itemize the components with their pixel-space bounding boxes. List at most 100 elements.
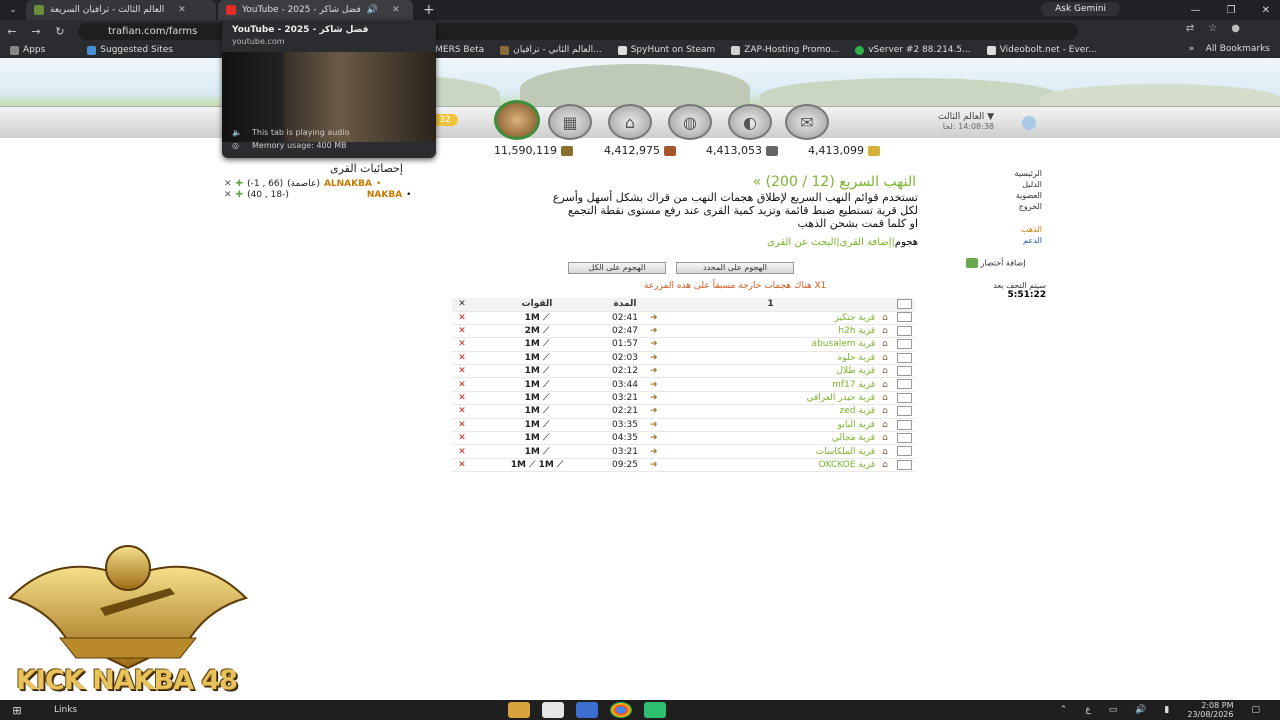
tab-search-button[interactable]: ⌄: [0, 0, 26, 20]
sidebar-item-gold[interactable]: الذهب: [990, 224, 1042, 235]
row-checkbox[interactable]: [893, 444, 915, 459]
delete-icon[interactable]: ✕: [452, 324, 472, 339]
tab-trafian[interactable]: العالم الثالث - ترافيان السريعة ✕: [26, 0, 216, 20]
attack-all-button[interactable]: الهجوم على الكل: [568, 262, 666, 274]
village-center-icon[interactable]: ⌂: [608, 104, 652, 140]
chrome-icon[interactable]: [610, 702, 632, 718]
village-link[interactable]: قرية zed: [664, 404, 877, 419]
file-explorer-icon[interactable]: [508, 702, 530, 718]
all-bookmarks[interactable]: » All Bookmarks: [1189, 44, 1270, 54]
link-add-villages[interactable]: إضافة القرى: [840, 237, 892, 248]
delete-all-icon[interactable]: ✕: [452, 298, 472, 312]
table-row[interactable]: ✕ 1M ⟋ 03:21 ➜ قرية حيدر العراقي ⌂: [452, 391, 915, 406]
row-checkbox[interactable]: [893, 364, 915, 379]
map-icon[interactable]: ◍: [668, 104, 712, 140]
table-row[interactable]: ✕ 1M ⟋ 03:21 ➜ قرية الملكاسات ⌂: [452, 444, 915, 459]
close-icon[interactable]: ✕: [178, 5, 186, 15]
row-checkbox[interactable]: [893, 431, 915, 446]
village-link[interactable]: قرية البابو: [664, 418, 877, 433]
table-row[interactable]: ✕ 1M ⟋ 03:44 ➜ قرية mf17 ⌂: [452, 377, 915, 392]
delete-icon[interactable]: ✕: [452, 444, 472, 459]
minimize-icon[interactable]: —: [1191, 5, 1201, 16]
delete-icon[interactable]: ✕: [452, 418, 472, 433]
windows-start-icon[interactable]: ⊞: [0, 704, 34, 717]
reload-icon[interactable]: ↻: [48, 25, 72, 38]
close-icon[interactable]: ✕: [392, 5, 400, 15]
sidebar-item-home[interactable]: الرئيسية: [990, 168, 1042, 179]
profile-icon[interactable]: ●: [1231, 23, 1240, 34]
bookmark-videobolt[interactable]: Videobolt.net - Ever...: [986, 45, 1097, 55]
delete-icon[interactable]: ✕: [452, 377, 472, 392]
forward-icon[interactable]: →: [24, 25, 48, 38]
link-search-villages[interactable]: البحث عن القرى: [767, 237, 836, 248]
row-checkbox[interactable]: [893, 311, 915, 325]
add-shortcut[interactable]: إضافة أختصار: [966, 258, 1025, 268]
notification-icon[interactable]: ▢: [1251, 705, 1260, 715]
bookmark-zap[interactable]: ZAP-Hosting Promo...: [731, 45, 839, 55]
speaker-icon[interactable]: 🔊: [367, 5, 378, 15]
table-row[interactable]: ✕ 1M ⟋ 02:21 ➜ قرية zed ⌂: [452, 404, 915, 419]
delete-icon[interactable]: ✕: [452, 337, 472, 352]
village-link[interactable]: قرية حلوه: [664, 351, 877, 366]
table-row[interactable]: ✕ 1M ⟋ 02:41 ➜ قرية جنكيز ⌂: [452, 311, 915, 325]
table-row[interactable]: ✕ 1M ⟋ 02:03 ➜ قرية حلوه ⌂: [452, 351, 915, 366]
delete-icon[interactable]: ✕: [452, 364, 472, 379]
close-window-icon[interactable]: ✕: [1262, 5, 1270, 16]
new-tab-button[interactable]: +: [415, 2, 443, 18]
app-icon[interactable]: [576, 702, 598, 718]
bookmark-apps[interactable]: Apps: [10, 45, 45, 55]
village-overview-icon[interactable]: ▦: [548, 104, 592, 140]
game-app-icon[interactable]: [644, 702, 666, 718]
row-checkbox[interactable]: [893, 324, 915, 339]
sidebar-item-logout[interactable]: الخروج: [990, 201, 1042, 212]
delete-icon[interactable]: ✕: [452, 391, 472, 406]
village-row[interactable]: ✕ ✚ (40 , 18-) NAKBA •: [224, 190, 411, 200]
village-link[interactable]: قرية h2h: [664, 324, 877, 339]
table-row[interactable]: ✕ 1M ⟋ 1M ⟋ 09:25 ➜ قرية OKCKOE ⌂: [452, 458, 915, 473]
calculator-icon[interactable]: [542, 702, 564, 718]
translate-icon[interactable]: ⇄: [1186, 23, 1194, 34]
village-link[interactable]: قرية حيدر العراقي: [664, 391, 877, 406]
taskbar-links[interactable]: Links: [54, 705, 77, 715]
delete-icon[interactable]: ✕: [452, 351, 472, 366]
select-all-checkbox[interactable]: [893, 298, 915, 312]
delete-icon[interactable]: ✕: [452, 458, 472, 473]
bookmark-star-icon[interactable]: ☆: [1208, 23, 1217, 34]
row-checkbox[interactable]: [893, 351, 915, 366]
volume-icon[interactable]: 🔊: [1135, 705, 1146, 715]
village-link[interactable]: قرية الملكاسات: [664, 444, 877, 459]
sidebar-item-membership[interactable]: العضوية: [990, 190, 1042, 201]
table-row[interactable]: ✕ 1M ⟋ 02:12 ➜ قرية طلال ⌂: [452, 364, 915, 379]
delete-icon[interactable]: ✕: [452, 431, 472, 446]
network-icon[interactable]: ▭: [1109, 705, 1118, 715]
village-link[interactable]: قرية OKCKOE: [664, 458, 877, 473]
village-link[interactable]: قرية مجالي: [664, 431, 877, 446]
statistics-icon[interactable]: ◐: [728, 104, 772, 140]
attack-selected-button[interactable]: الهجوم على المحدد: [676, 262, 794, 274]
row-checkbox[interactable]: [893, 418, 915, 433]
hero-avatar[interactable]: [494, 100, 540, 140]
globe-icon[interactable]: [1022, 116, 1036, 130]
table-row[interactable]: ✕ 1M ⟋ 04:35 ➜ قرية مجالي ⌂: [452, 431, 915, 446]
village-link[interactable]: قرية abusalem: [664, 337, 877, 352]
battery-icon[interactable]: ▮: [1164, 705, 1169, 715]
delete-icon[interactable]: ✕: [452, 404, 472, 419]
row-checkbox[interactable]: [893, 377, 915, 392]
table-row[interactable]: ✕ 1M ⟋ 03:35 ➜ قرية البابو ⌂: [452, 418, 915, 433]
tab-youtube[interactable]: YouTube - 2025 - فضل شاكر 🔊 ✕: [218, 0, 413, 20]
bookmark-suggested[interactable]: Suggested Sites: [87, 45, 173, 55]
clock[interactable]: 2:08 PM 23/08/2026: [1187, 701, 1233, 719]
ask-gemini-button[interactable]: Ask Gemini: [1041, 2, 1120, 16]
bookmark-vserver[interactable]: vServer #2 88.214.5...: [855, 45, 971, 55]
village-link[interactable]: قرية mf17: [664, 377, 877, 392]
bookmark-spyhunt[interactable]: SpyHunt on Steam: [617, 45, 715, 55]
link-attack[interactable]: هجوم: [895, 237, 918, 248]
sidebar-item-guide[interactable]: الدليل: [990, 179, 1042, 190]
chevron-up-icon[interactable]: ⌃: [1060, 705, 1068, 715]
bookmark-world2[interactable]: العالم الثاني - ترافيان...: [500, 45, 602, 55]
sidebar-item-plus[interactable]: الدعم: [990, 235, 1042, 246]
language-indicator[interactable]: ع: [1085, 705, 1090, 715]
village-link[interactable]: قرية طلال: [664, 364, 877, 379]
back-icon[interactable]: ←: [0, 25, 24, 38]
table-row[interactable]: ✕ 2M ⟋ 02:47 ➜ قرية h2h ⌂: [452, 324, 915, 339]
